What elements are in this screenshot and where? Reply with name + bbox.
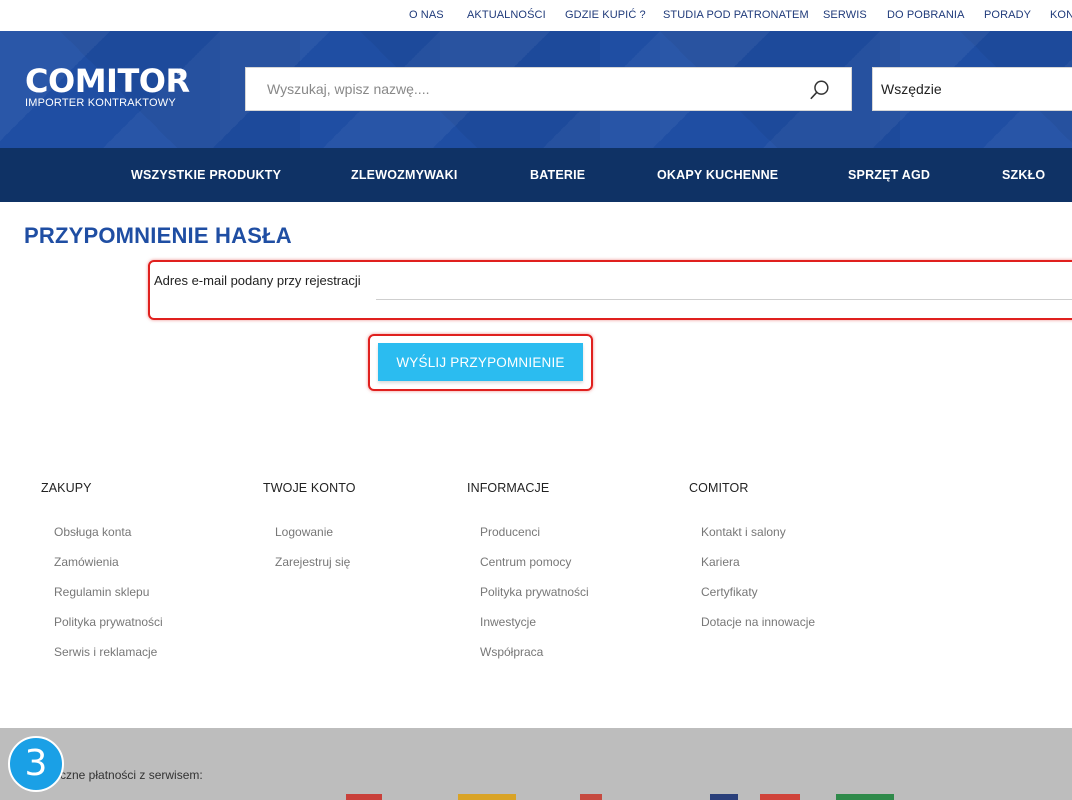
footer-link[interactable]: Inwestycje [480,615,536,629]
topnav-link-gdzie-kupic[interactable]: GDZIE KUPIĆ ? [565,9,646,21]
footer-link[interactable]: Producenci [480,525,540,539]
footer-link[interactable]: Centrum pomocy [480,555,571,569]
payment-logo [710,794,738,800]
topnav-link-do-pobrania[interactable]: DO POBRANIA [887,9,965,21]
footer-link[interactable]: Zarejestruj się [275,555,350,569]
footer-link[interactable]: Polityka prywatności [480,585,589,599]
footer-link[interactable]: Zamówienia [54,555,119,569]
topnav-link-aktualnosci[interactable]: AKTUALNOŚCI [467,9,546,21]
footer-title-informacje: INFORMACJE [467,481,550,495]
logo-brand: COMITOR [25,62,190,100]
topnav-link-o-nas[interactable]: O NAS [409,9,444,21]
footer-link[interactable]: Regulamin sklepu [54,585,149,599]
footer-link[interactable]: Certyfikaty [701,585,758,599]
payment-logo [580,794,602,800]
payment-logo [458,794,516,800]
footer-link[interactable]: Współpraca [480,645,543,659]
submit-button-highlight: WYŚLIJ PRZYPOMNIENIE [368,334,593,391]
footer-title-twoje-konto: TWOJE KONTO [263,481,356,495]
step-number-badge: 3 [8,736,64,792]
search-scope-select[interactable]: Wszędzie [872,67,1072,111]
nav-item-szklo[interactable]: SZKŁO [1002,168,1045,182]
payment-logo [760,794,800,800]
topnav-link-kontakt[interactable]: KONTAKT [1050,9,1072,21]
nav-item-wszystkie-produkty[interactable]: WSZYSTKIE PRODUKTY [131,168,281,182]
nav-item-okapy-kuchenne[interactable]: OKAPY KUCHENNE [657,168,778,182]
payment-logo [346,794,382,800]
footer-link[interactable]: Logowanie [275,525,333,539]
footer-link[interactable]: Dotacje na innowacje [701,615,815,629]
footer-link[interactable]: Polityka prywatności [54,615,163,629]
nav-item-baterie[interactable]: BATERIE [530,168,585,182]
footer-link[interactable]: Serwis i reklamacje [54,645,157,659]
nav-item-sprzet-agd[interactable]: SPRZĘT AGD [848,168,930,182]
page-title: PRZYPOMNIENIE HASŁA [24,223,292,248]
payment-logo [836,794,894,800]
site-header: COMITOR ® IMPORTER KONTRAKTOWY Wszędzie [0,31,1072,148]
main-nav: WSZYSTKIE PRODUKTY ZLEWOZMYWAKI BATERIE … [0,148,1072,202]
footer-link[interactable]: Obsługa konta [54,525,131,539]
nav-item-zlewozmywaki[interactable]: ZLEWOZMYWAKI [351,168,458,182]
email-field-label: Adres e-mail podany przy rejestracji [154,273,361,288]
send-reminder-button[interactable]: WYŚLIJ PRZYPOMNIENIE [378,343,583,381]
footer-link[interactable]: Kontakt i salony [701,525,786,539]
email-field-highlight: Adres e-mail podany przy rejestracji [148,260,1072,320]
top-utility-nav: O NAS AKTUALNOŚCI GDZIE KUPIĆ ? STUDIA P… [0,0,1072,31]
topnav-link-porady[interactable]: PORADY [984,9,1031,21]
comitor-logo[interactable]: COMITOR ® IMPORTER KONTRAKTOWY [25,65,190,109]
search-icon[interactable] [809,79,831,101]
footer-title-zakupy: ZAKUPY [41,481,92,495]
topnav-link-serwis[interactable]: SERWIS [823,9,867,21]
footer-link[interactable]: Kariera [701,555,740,569]
email-field[interactable] [376,272,1072,300]
search-input[interactable] [246,68,806,110]
search-box [245,67,852,111]
logo-registered-mark: ® [177,67,184,77]
topnav-link-studia[interactable]: STUDIA POD PATRONATEM [663,9,809,21]
payments-text: czne płatności z serwisem: [60,768,203,782]
logo-tagline: IMPORTER KONTRAKTOWY [25,97,176,109]
footer-title-comitor: COMITOR [689,481,749,495]
payments-band: czne płatności z serwisem: [0,728,1072,800]
